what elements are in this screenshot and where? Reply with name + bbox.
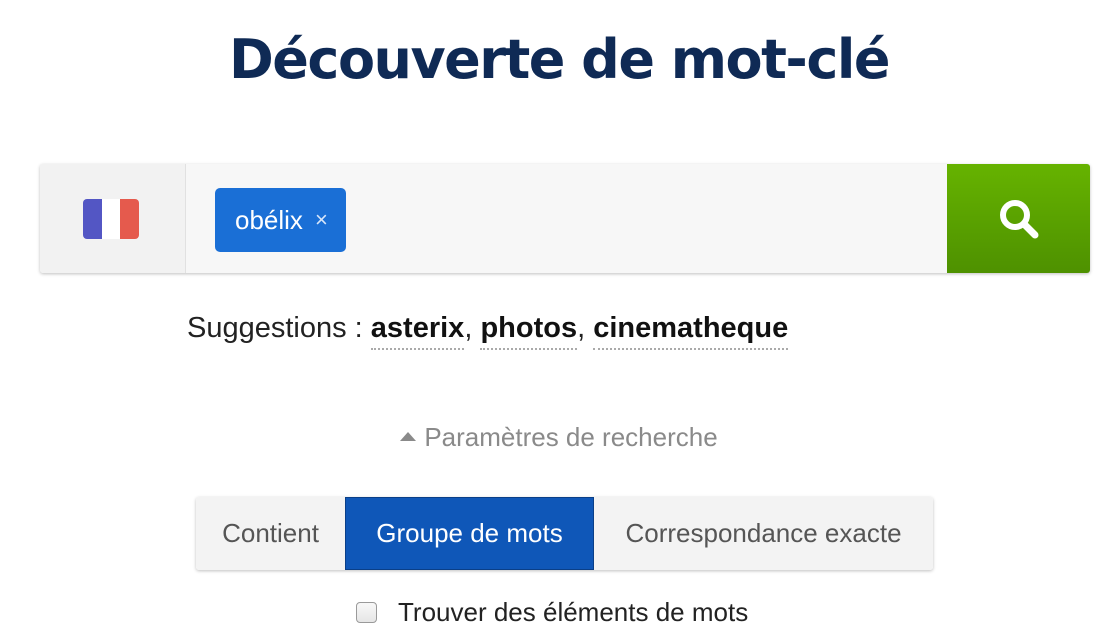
keyword-chip-label: obélix	[235, 204, 303, 235]
suggestions: Suggestions : asterix, photos, cinemathe…	[187, 312, 789, 350]
suggestion-link[interactable]: asterix	[370, 312, 465, 350]
search-params-label: Paramètres de recherche	[424, 422, 718, 452]
keyword-discovery-page: Découverte de mot-clé obélix × Suggestio…	[0, 0, 1118, 640]
caret-up-icon	[400, 432, 417, 441]
match-type-selector: Contient Groupe de mots Correspondance e…	[196, 497, 933, 570]
match-option-exact[interactable]: Correspondance exacte	[594, 497, 933, 570]
suggestions-label: Suggestions :	[187, 312, 363, 344]
word-elements-option: Trouver des éléments de mots	[356, 597, 748, 628]
suggestion-link[interactable]: photos	[480, 312, 578, 350]
search-icon	[999, 199, 1038, 238]
country-selector-button[interactable]	[40, 164, 186, 273]
france-flag-icon	[83, 199, 139, 239]
match-option-phrase[interactable]: Groupe de mots	[345, 497, 594, 570]
suggestion-separator: ,	[464, 312, 473, 344]
suggestion-separator: ,	[577, 312, 586, 344]
chip-remove-icon[interactable]: ×	[315, 207, 328, 233]
search-params-toggle[interactable]: Paramètres de recherche	[0, 422, 1118, 453]
suggestion-link[interactable]: cinematheque	[593, 312, 789, 350]
match-option-contains[interactable]: Contient	[196, 497, 345, 570]
keyword-chip: obélix ×	[215, 188, 346, 252]
page-title: Découverte de mot-clé	[228, 28, 891, 91]
search-bar: obélix ×	[40, 164, 1090, 273]
word-elements-label[interactable]: Trouver des éléments de mots	[398, 597, 748, 628]
search-button[interactable]	[947, 164, 1090, 273]
word-elements-checkbox[interactable]	[356, 602, 377, 623]
